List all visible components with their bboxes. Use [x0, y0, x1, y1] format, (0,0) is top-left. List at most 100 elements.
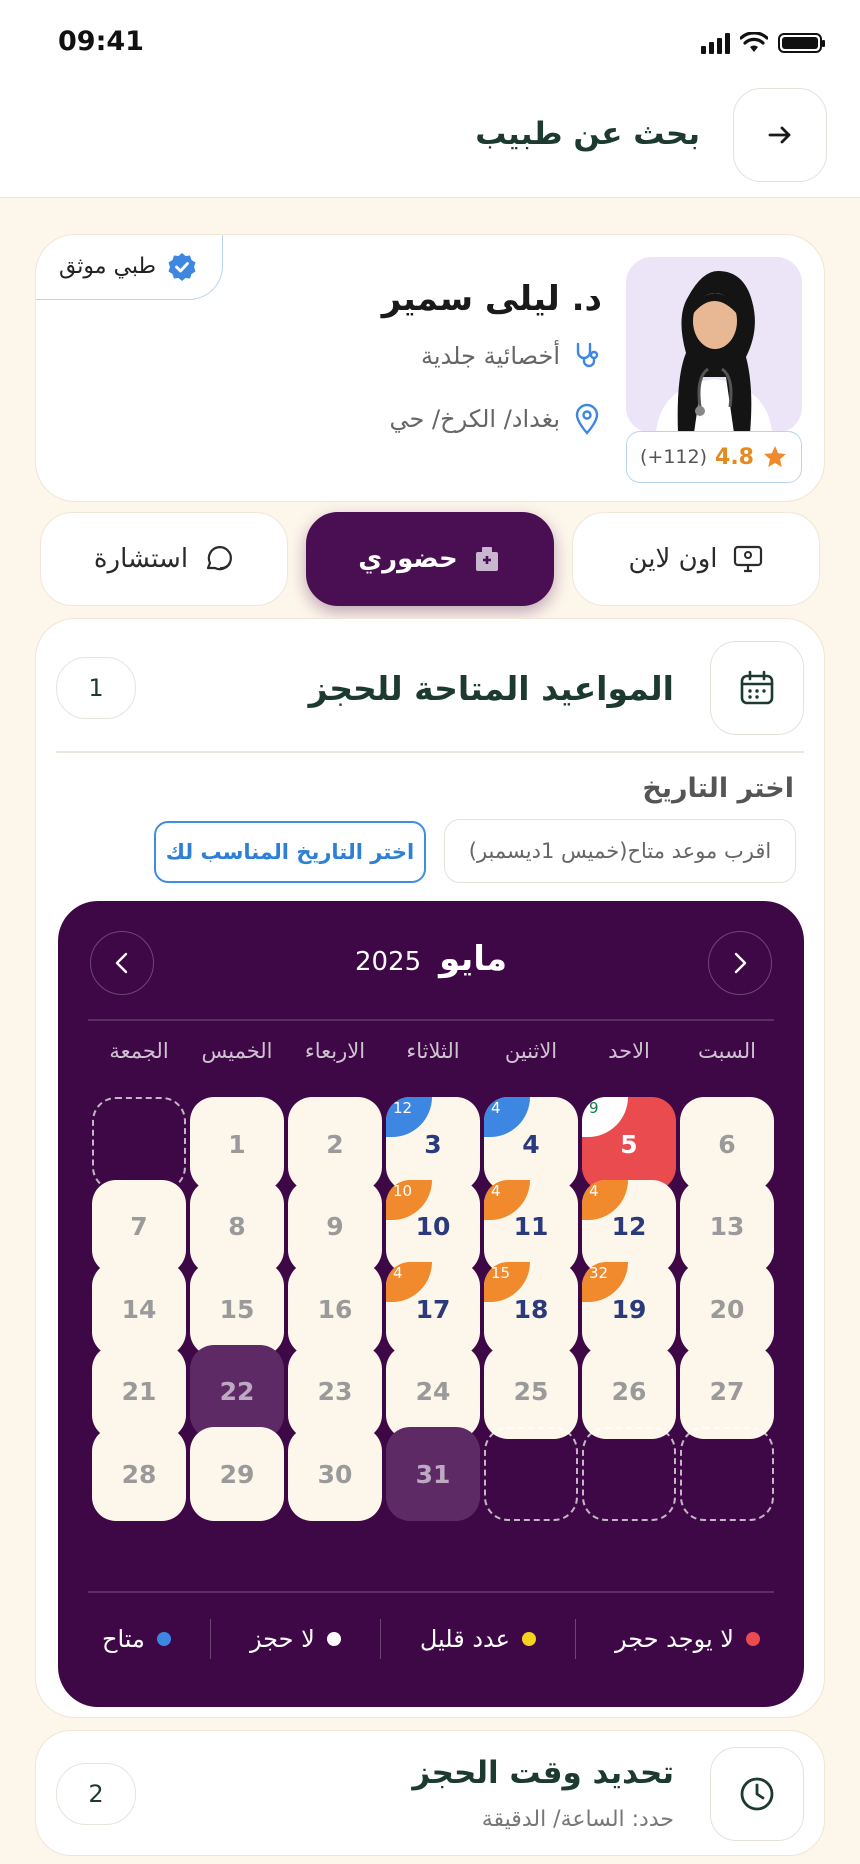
- calendar-day-number: 30: [317, 1459, 353, 1489]
- calendar-day-number: 27: [709, 1377, 745, 1406]
- weekday-label: الجمعة: [109, 1039, 169, 1063]
- calendar-day[interactable]: 11 4: [484, 1179, 578, 1274]
- calendar-day-number: 7: [130, 1212, 148, 1241]
- calendar-empty-cell: [582, 1427, 676, 1521]
- calendar-day-number: 16: [317, 1294, 353, 1324]
- signal-icon: [701, 32, 730, 54]
- calendar-day[interactable]: 14: [92, 1262, 186, 1356]
- calendar-grid: 6 5 9 4 4 3 12 2 1 13 12 4 11 4 10 10 9 8 7 20 19 32 18 15 17 4 16…: [88, 1097, 774, 1521]
- calendar-day[interactable]: 15: [190, 1262, 284, 1356]
- calendar-day-number: 14: [121, 1294, 157, 1324]
- calendar-day[interactable]: 30: [288, 1427, 382, 1521]
- calendar-day[interactable]: 6: [680, 1097, 774, 1191]
- calendar-day[interactable]: 22: [190, 1344, 284, 1439]
- calendar-day[interactable]: 7: [92, 1179, 186, 1274]
- calendar-day[interactable]: 3 12: [386, 1097, 480, 1191]
- chat-icon: [206, 546, 233, 571]
- calendar-day-number: 10: [415, 1212, 451, 1241]
- legend-label: عدد قليل: [419, 1625, 510, 1653]
- doctor-card[interactable]: طبي موثق (+112) 4.8 د. ليلى سمير أخصائية…: [35, 234, 825, 502]
- calendar-day[interactable]: 29: [190, 1427, 284, 1521]
- calendar-day-number: 23: [317, 1377, 353, 1406]
- back-button[interactable]: [733, 88, 827, 182]
- legend-item: متاح: [88, 1625, 185, 1653]
- calendar-day-number: 21: [121, 1377, 157, 1406]
- tab-consultation[interactable]: استشارة: [40, 512, 288, 606]
- calendar-day-number: 9: [326, 1212, 344, 1241]
- pick-date-button[interactable]: اختر التاريخ المناسب لك: [154, 821, 426, 883]
- calendar-day[interactable]: 13: [680, 1179, 774, 1274]
- calendar-day[interactable]: 18 15: [484, 1262, 578, 1356]
- rating-badge: (+112) 4.8: [626, 431, 802, 483]
- wifi-icon: [740, 32, 768, 52]
- tab-in-person[interactable]: حضوري: [306, 512, 554, 606]
- tab-online[interactable]: اون لاين: [572, 512, 820, 606]
- calendar-day-number: 3: [424, 1129, 442, 1159]
- calendar-day[interactable]: 1: [190, 1097, 284, 1191]
- weekday-label: الاحد: [608, 1039, 650, 1063]
- calendar-day[interactable]: 28: [92, 1427, 186, 1521]
- calendar: مايو 2025 السبت الاحد الاثنين الثلاثاء الارب…: [58, 901, 804, 1707]
- verified-badge: طبي موثق: [36, 235, 223, 300]
- calendar-day-number: 20: [709, 1294, 745, 1324]
- calendar-day-number: 24: [415, 1377, 451, 1406]
- calendar-day-number: 29: [219, 1459, 255, 1489]
- calendar-empty-cell: [484, 1427, 578, 1521]
- calendar-day-number: 2: [326, 1129, 344, 1159]
- nearest-slot-chip[interactable]: اقرب موعد متاح(خميس 1ديسمبر): [444, 819, 796, 883]
- legend-divider: [209, 1619, 212, 1659]
- calendar-day-number: 6: [718, 1129, 736, 1159]
- legend-divider: [379, 1619, 382, 1659]
- legend-label: لا حجز: [249, 1625, 315, 1653]
- weekday-label: الاثنين: [504, 1039, 558, 1063]
- status-time: 09:41: [58, 26, 144, 57]
- calendar-day-number: 4: [522, 1129, 540, 1159]
- available-slots-card: المواعيد المتاحة للحجز 1 اختر التاريخ اق…: [35, 618, 825, 1718]
- legend-dot-icon: [521, 1632, 536, 1646]
- calendar-day[interactable]: 31: [386, 1427, 480, 1521]
- doctor-specialty: أخصائية جلدية: [421, 342, 560, 370]
- calendar-day-number: 13: [709, 1212, 745, 1241]
- calendar-day[interactable]: 20: [680, 1262, 774, 1356]
- calendar-year: 2025: [354, 947, 422, 977]
- status-bar: 09:41: [0, 0, 860, 86]
- calendar-day[interactable]: 12 4: [582, 1179, 676, 1274]
- calendar-day-number: 26: [611, 1377, 647, 1406]
- clinic-icon: [475, 547, 498, 571]
- calendar-day[interactable]: 8: [190, 1179, 284, 1274]
- calendar-day[interactable]: 44: [484, 1097, 578, 1191]
- calendar-day[interactable]: 2: [288, 1097, 382, 1191]
- step-number-2: 2: [56, 1763, 136, 1825]
- calendar-day[interactable]: 10 10: [386, 1179, 480, 1274]
- legend-label: لا يوجد حجر: [614, 1625, 734, 1653]
- calendar-day[interactable]: 16: [288, 1262, 382, 1356]
- calendar-day[interactable]: 23: [288, 1344, 382, 1439]
- weekday-header: السبت الاحد الاثنين الثلاثاء الاربعاء الخميس ا…: [88, 1039, 774, 1079]
- doctor-location-row: بغداد/ الكرخ/ حي: [390, 403, 602, 435]
- divider: [56, 751, 804, 753]
- calendar-day[interactable]: 59: [582, 1097, 676, 1191]
- calendar-day-number: 8: [228, 1212, 246, 1241]
- calendar-day[interactable]: 17 4: [386, 1262, 480, 1356]
- legend-label: متاح: [102, 1625, 145, 1653]
- calendar-day[interactable]: 21: [92, 1344, 186, 1439]
- clock-icon-box: [710, 1747, 804, 1841]
- booking-time-card[interactable]: تحديد وقت الحجز حدد: الساعة/ الدقيقة 2: [35, 1730, 825, 1856]
- calendar-icon-box: [710, 641, 804, 735]
- calendar-day[interactable]: 19 32: [582, 1262, 676, 1356]
- calendar-day-number: 17: [415, 1294, 451, 1324]
- location-pin-icon: [575, 403, 599, 435]
- clock-icon: [740, 1777, 774, 1811]
- reviews-count: (+112): [640, 446, 708, 468]
- choose-date-label: اختر التاريخ: [642, 773, 794, 804]
- calendar-day-number: 11: [513, 1212, 549, 1241]
- calendar-day[interactable]: 26: [582, 1344, 676, 1439]
- weekday-label: الثلاثاء: [406, 1039, 460, 1063]
- calendar-day[interactable]: 24: [386, 1344, 480, 1439]
- verified-label: طبي موثق: [58, 254, 157, 279]
- calendar-day[interactable]: 9: [288, 1179, 382, 1274]
- calendar-day[interactable]: 27: [680, 1344, 774, 1439]
- calendar-day[interactable]: 25: [484, 1344, 578, 1439]
- calendar-day-number: 28: [121, 1459, 157, 1489]
- doctor-specialty-row: أخصائية جلدية: [421, 341, 602, 371]
